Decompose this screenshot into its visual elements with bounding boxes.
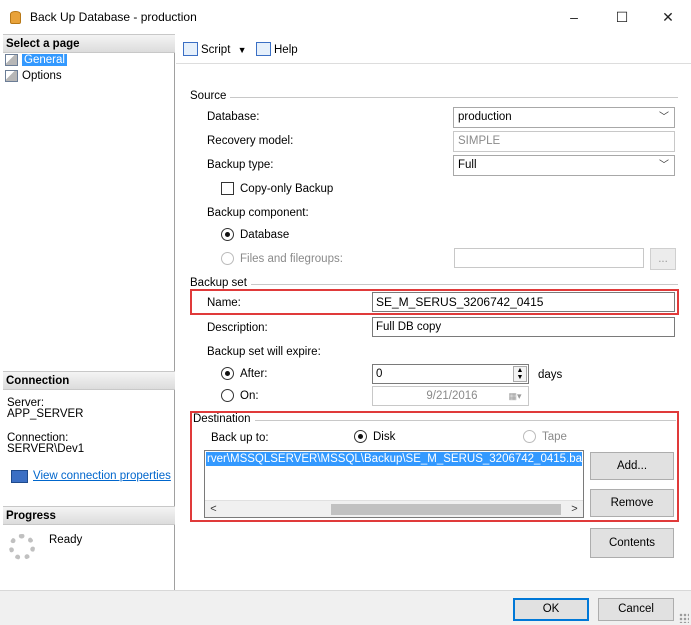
disk-label: Disk bbox=[373, 431, 396, 443]
database-dropdown[interactable]: production ﹀ bbox=[453, 107, 675, 128]
description-label: Description: bbox=[207, 322, 268, 334]
help-button[interactable]: Help bbox=[256, 42, 298, 56]
connection-header: Connection bbox=[3, 371, 175, 390]
component-database-label: Database bbox=[240, 229, 290, 241]
left-panel: Select a page General Options Connection… bbox=[1, 34, 175, 590]
expire-label: Backup set will expire: bbox=[207, 346, 321, 358]
script-button[interactable]: Script ▼ bbox=[183, 42, 247, 56]
backup-name-input[interactable]: SE_M_SERUS_3206742_0415 bbox=[372, 292, 675, 312]
destination-path-item[interactable]: rver\MSSQLSERVER\MSSQL\Backup\SE_M_SERUS… bbox=[206, 452, 583, 466]
select-page-header: Select a page bbox=[3, 34, 175, 53]
chevron-down-icon: ﹀ bbox=[659, 160, 669, 171]
cancel-button[interactable]: Cancel bbox=[598, 598, 674, 621]
expire-days-value: 0 bbox=[376, 368, 383, 380]
progress-status: Ready bbox=[49, 534, 83, 546]
backup-name-label: Name: bbox=[207, 297, 241, 309]
server-value: APP_SERVER bbox=[7, 408, 84, 420]
copy-only-label: Copy-only Backup bbox=[240, 183, 334, 195]
disk-radio[interactable] bbox=[354, 430, 367, 443]
chevron-down-icon: ﹀ bbox=[659, 112, 669, 123]
back-up-to-label: Back up to: bbox=[211, 432, 269, 444]
source-group-line bbox=[190, 97, 678, 98]
ok-button[interactable]: OK bbox=[513, 598, 589, 621]
help-label: Help bbox=[274, 44, 298, 56]
tape-label: Tape bbox=[542, 431, 567, 443]
add-button[interactable]: Add... bbox=[590, 452, 674, 480]
backup-set-group-line bbox=[190, 284, 678, 285]
days-label: days bbox=[538, 369, 563, 381]
tape-radio[interactable] bbox=[523, 430, 536, 443]
page-options-label: Options bbox=[22, 70, 62, 82]
toolbar: Script ▼ Help bbox=[176, 34, 691, 64]
page-options[interactable]: Options bbox=[5, 69, 62, 83]
progress-header: Progress bbox=[3, 506, 175, 525]
destination-group-line bbox=[242, 420, 676, 421]
recovery-model-value: SIMPLE bbox=[458, 135, 501, 147]
page-general[interactable]: General bbox=[5, 53, 67, 67]
expire-after-radio[interactable] bbox=[221, 367, 234, 380]
files-filegroups-field bbox=[454, 248, 644, 268]
view-connection-properties-link[interactable]: View connection properties bbox=[33, 470, 171, 482]
component-files-label: Files and filegroups: bbox=[240, 253, 343, 265]
copy-only-checkbox[interactable] bbox=[221, 182, 234, 195]
expire-on-radio[interactable] bbox=[221, 389, 234, 402]
close-button[interactable]: ✕ bbox=[645, 0, 691, 34]
scrollbar-thumb[interactable] bbox=[331, 504, 561, 515]
title-bar: Back Up Database - production – ☐ ✕ bbox=[0, 0, 691, 34]
recovery-model-label: Recovery model: bbox=[207, 135, 294, 147]
expire-after-label: After: bbox=[240, 368, 268, 380]
connection-value: SERVER\Dev1 bbox=[7, 443, 85, 455]
contents-button[interactable]: Contents bbox=[590, 528, 674, 558]
component-database-radio[interactable] bbox=[221, 228, 234, 241]
resize-grip-icon[interactable] bbox=[679, 613, 689, 623]
database-value: production bbox=[458, 111, 512, 123]
scroll-left-arrow-icon[interactable]: < bbox=[206, 502, 221, 517]
progress-spinner-icon bbox=[9, 534, 35, 560]
page-icon bbox=[5, 54, 18, 66]
backup-type-label: Backup type: bbox=[207, 159, 274, 171]
source-group-label: Source bbox=[190, 90, 231, 102]
destination-group-label: Destination bbox=[193, 413, 255, 425]
minimize-button[interactable]: – bbox=[551, 0, 597, 34]
window-title: Back Up Database - production bbox=[30, 10, 197, 24]
backup-type-value: Full bbox=[458, 159, 477, 171]
backup-component-label: Backup component: bbox=[207, 207, 309, 219]
horizontal-scrollbar[interactable]: < > bbox=[205, 500, 583, 517]
expire-days-spinner[interactable]: 0 ▲ ▼ bbox=[372, 364, 529, 384]
backup-type-dropdown[interactable]: Full ﹀ bbox=[453, 155, 675, 176]
page-general-label: General bbox=[22, 54, 67, 66]
destination-list[interactable]: rver\MSSQLSERVER\MSSQL\Backup\SE_M_SERUS… bbox=[204, 450, 584, 518]
expire-date-value: 9/21/2016 bbox=[426, 390, 478, 402]
recovery-model-field: SIMPLE bbox=[453, 131, 675, 152]
page-icon bbox=[5, 70, 18, 82]
dialog-footer: OK Cancel bbox=[0, 590, 691, 625]
connection-properties-icon bbox=[11, 470, 28, 483]
maximize-button[interactable]: ☐ bbox=[599, 0, 645, 34]
help-icon bbox=[256, 42, 271, 56]
chevron-down-icon: ▼ bbox=[237, 45, 247, 55]
component-files-radio[interactable] bbox=[221, 252, 234, 265]
description-input[interactable]: Full DB copy bbox=[372, 317, 675, 337]
scroll-right-arrow-icon[interactable]: > bbox=[567, 502, 582, 517]
script-icon bbox=[183, 42, 198, 56]
spinner-arrows-icon[interactable]: ▲ ▼ bbox=[513, 366, 527, 382]
files-browse-button[interactable]: ... bbox=[650, 248, 676, 270]
database-label: Database: bbox=[207, 111, 260, 123]
database-icon bbox=[10, 11, 21, 24]
script-label: Script bbox=[201, 44, 231, 56]
expire-date-picker[interactable]: 9/21/2016 ▦▾ bbox=[372, 386, 529, 406]
calendar-icon: ▦▾ bbox=[508, 391, 522, 401]
backup-set-group-label: Backup set bbox=[190, 277, 251, 289]
expire-on-label: On: bbox=[240, 390, 259, 402]
remove-button[interactable]: Remove bbox=[590, 489, 674, 517]
